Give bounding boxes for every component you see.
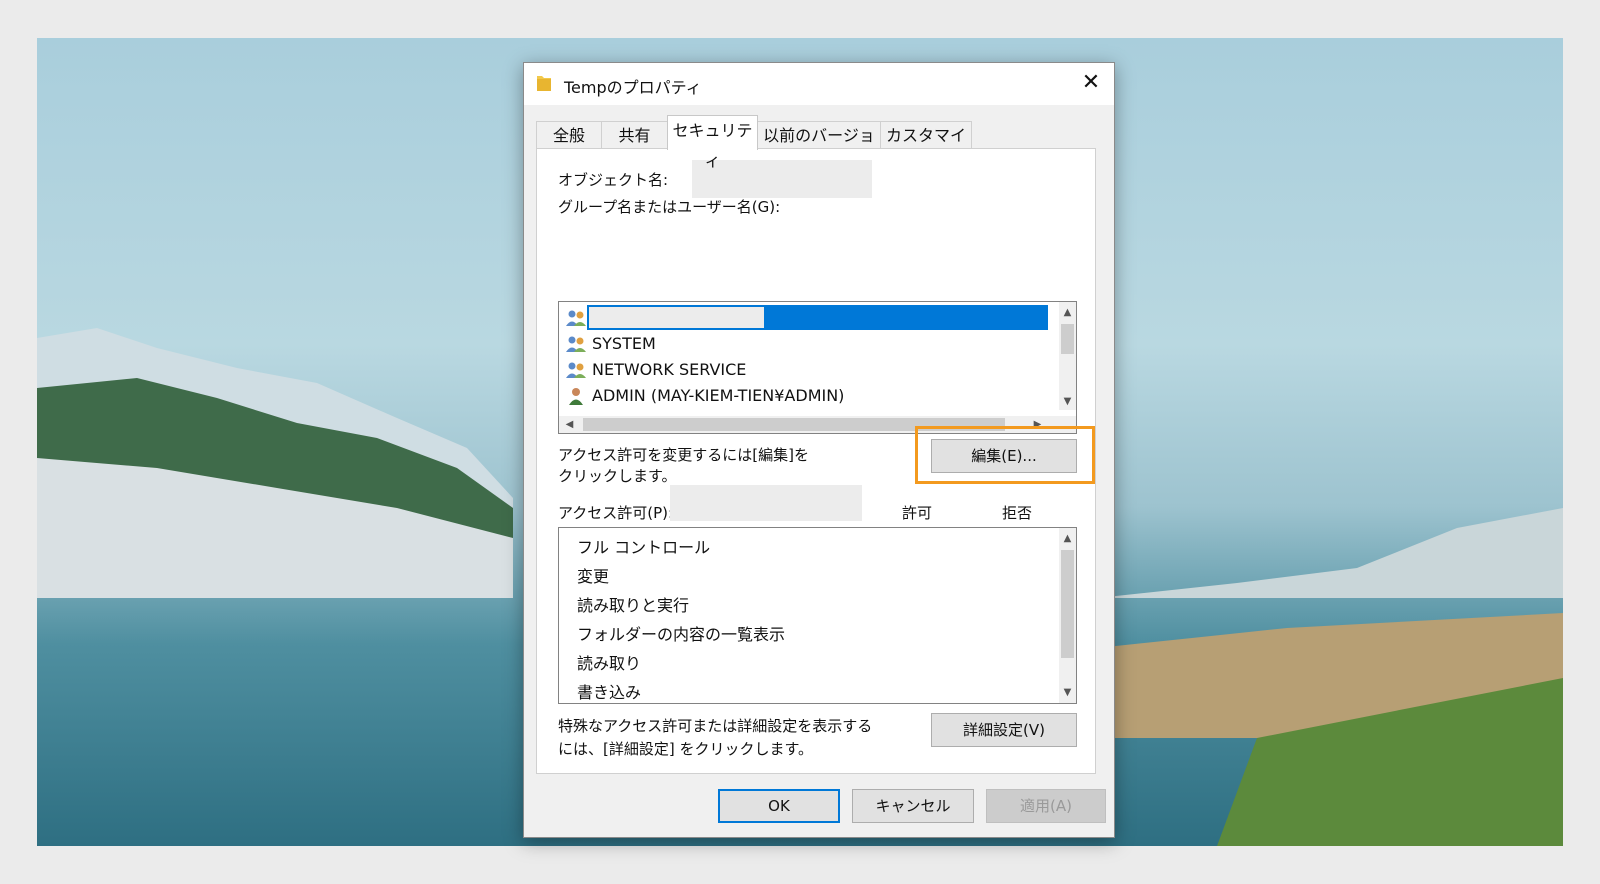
tab-customize[interactable]: カスタマイズ (880, 121, 972, 173)
scroll-down-icon[interactable]: ▼ (1059, 393, 1076, 410)
list-item: 変更 (577, 567, 610, 586)
permissions-list[interactable]: フル コントロール 変更 読み取りと実行 フォルダーの内容の一覧表示 読み取り … (558, 527, 1077, 704)
close-icon: ✕ (1081, 70, 1101, 95)
user-group-icon (566, 362, 586, 378)
advanced-hint: 特殊なアクセス許可または詳細設定を表示する (558, 717, 873, 735)
scroll-down-icon[interactable]: ▼ (1059, 684, 1076, 701)
cancel-button[interactable]: キャンセル (852, 789, 974, 823)
title-bar: Tempのプロパティ ✕ (524, 63, 1114, 105)
scroll-up-icon[interactable]: ▲ (1059, 304, 1076, 321)
user-group-icon (566, 336, 586, 352)
user-name: NETWORK SERVICE (592, 360, 747, 379)
folder-icon (537, 76, 551, 91)
apply-button[interactable]: 適用(A) (986, 789, 1106, 823)
security-panel: オブジェクト名: グループ名またはユーザー名(G): SYSTEM NETWOR… (536, 148, 1096, 774)
edit-button[interactable]: 編集(E)... (931, 439, 1077, 473)
scroll-thumb[interactable] (1061, 324, 1074, 354)
scroll-left-icon[interactable]: ◀ (561, 416, 578, 433)
tab-security[interactable]: セキュリティ (667, 115, 758, 170)
advanced-hint-line-2: には、[詳細設定] をクリックします。 (558, 740, 813, 758)
list-item: 書き込み (577, 683, 642, 702)
permissions-for-value (670, 485, 862, 521)
tab-sharing[interactable]: 共有 (601, 121, 668, 149)
tab-previous-versions[interactable]: 以前のバージョン (757, 121, 881, 173)
object-name-label: オブジェクト名: (558, 171, 669, 189)
user-list[interactable]: SYSTEM NETWORK SERVICE ADMIN (MAY-KIEM-T… (558, 301, 1077, 434)
properties-dialog: Tempのプロパティ ✕ 全般 共有 セキュリティ 以前のバージョン カスタマイ… (523, 62, 1115, 838)
window-title: Tempのプロパティ (564, 78, 702, 97)
change-hint-line-2: クリックします。 (558, 467, 677, 485)
user-group-icon (566, 310, 586, 326)
user-icon (569, 388, 583, 405)
change-hint: アクセス許可を変更するには[編集]を (558, 446, 809, 464)
ok-button[interactable]: OK (718, 789, 840, 823)
close-button[interactable]: ✕ (1068, 63, 1114, 105)
permissions-vertical-scrollbar[interactable]: ▲ ▼ (1059, 528, 1076, 703)
permissions-label: アクセス許可(P): (558, 504, 674, 522)
list-item: フォルダーの内容の一覧表示 (577, 625, 786, 644)
list-item: 読み取り (577, 654, 642, 673)
user-list-vertical-scrollbar[interactable]: ▲ ▼ (1059, 302, 1076, 410)
advanced-button[interactable]: 詳細設定(V) (931, 713, 1077, 747)
deny-column-header: 拒否 (1002, 504, 1033, 522)
groups-label: グループ名またはユーザー名(G): (558, 198, 781, 216)
user-name: ADMIN (MAY-KIEM-TIEN¥ADMIN) (592, 386, 845, 405)
tab-general[interactable]: 全般 (536, 121, 602, 149)
scroll-thumb[interactable] (1061, 550, 1074, 658)
selected-user-name (589, 307, 764, 328)
list-item: フル コントロール (577, 538, 711, 557)
user-name: SYSTEM (592, 334, 656, 353)
allow-column-header: 許可 (902, 504, 933, 522)
scroll-up-icon[interactable]: ▲ (1059, 530, 1076, 547)
list-item: 読み取りと実行 (577, 596, 690, 615)
